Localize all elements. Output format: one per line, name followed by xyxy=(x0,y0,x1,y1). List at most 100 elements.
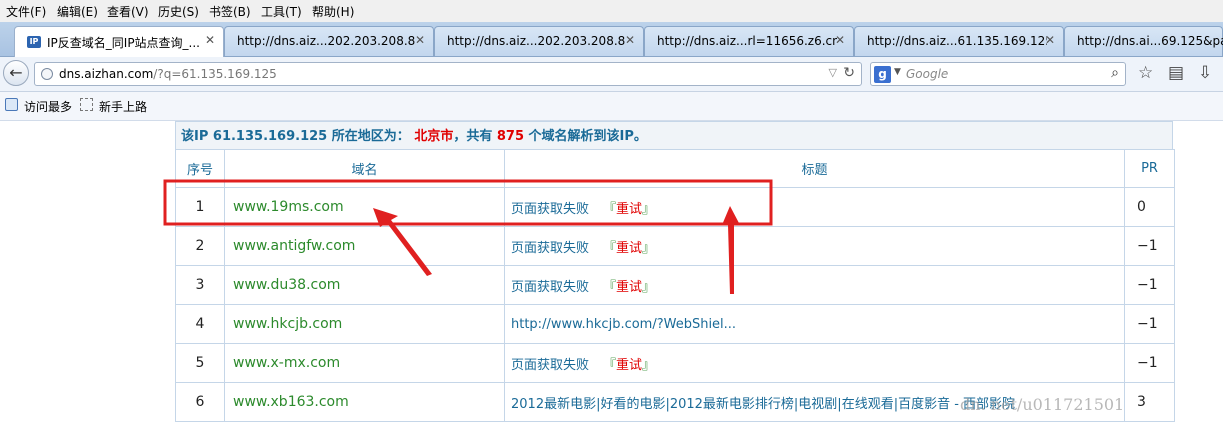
table-row: 3 www.du38.com 页面获取失败 『重试』 −1 xyxy=(175,265,1175,305)
menu-bookmarks[interactable]: 书签(B) xyxy=(209,3,251,20)
tab-3[interactable]: http://dns.aiz...202.203.208.8 ✕ xyxy=(434,26,644,56)
title-cell: 页面获取失败 『重试』 xyxy=(504,187,1125,227)
bookmarks-menu-icon[interactable]: ▤ xyxy=(1168,63,1184,83)
engine-dropdown-icon[interactable]: ▼ xyxy=(894,67,901,77)
pr-value: −1 xyxy=(1124,343,1175,383)
menu-view[interactable]: 查看(V) xyxy=(107,3,149,20)
address-host: dns.aizhan.com xyxy=(59,67,154,81)
back-button[interactable]: ← xyxy=(3,60,29,86)
tab-2[interactable]: http://dns.aiz...202.203.208.8 ✕ xyxy=(224,26,434,56)
menu-edit[interactable]: 编辑(E) xyxy=(57,3,98,20)
dropdown-arrow-icon[interactable]: ▽ xyxy=(829,66,837,79)
tab-4[interactable]: http://dns.aiz...rl=11656.z6.cn ✕ xyxy=(644,26,854,56)
tab-label: http://dns.aiz...61.135.169.125 xyxy=(867,34,1047,48)
globe-icon xyxy=(41,68,53,80)
row-index: 6 xyxy=(175,382,225,422)
table-row: 5 www.x-mx.com 页面获取失败 『重试』 −1 xyxy=(175,343,1175,383)
google-logo-icon[interactable]: g xyxy=(874,66,891,83)
retry-link[interactable]: 『重试』 xyxy=(603,280,655,295)
domain-link[interactable]: www.19ms.com xyxy=(224,187,505,227)
summary-ip: 61.135.169.125 xyxy=(212,129,328,144)
title-text[interactable]: 2012最新电影|好看的电影|2012最新电影排行榜|电视剧|在线观看|百度影音… xyxy=(511,397,1015,412)
bookmark-getting-started[interactable]: 新手上路 xyxy=(99,98,147,115)
title-cell: 页面获取失败 『重试』 xyxy=(504,343,1125,383)
tab-5[interactable]: http://dns.aiz...61.135.169.125 ✕ xyxy=(854,26,1064,56)
menu-bar: 文件(F) 编辑(E) 查看(V) 历史(S) 书签(B) 工具(T) 帮助(H… xyxy=(0,0,1223,22)
row-index: 1 xyxy=(175,187,225,227)
retry-label: 重试 xyxy=(616,357,643,373)
table-header-row: 序号 域名 标题 PR xyxy=(175,149,1175,188)
summary-sep: ，共有 xyxy=(453,129,493,144)
retry-link[interactable]: 『重试』 xyxy=(603,202,655,217)
tab-label: http://dns.aiz...202.203.208.8 xyxy=(237,34,416,48)
results-table: 序号 域名 标题 PR 1 www.19ms.com 页面获取失败 『重试』 0 … xyxy=(175,149,1175,422)
table-row: 1 www.19ms.com 页面获取失败 『重试』 0 xyxy=(175,187,1175,227)
menu-file[interactable]: 文件(F) xyxy=(6,3,46,20)
most-visited-icon xyxy=(5,98,18,111)
close-icon[interactable]: ✕ xyxy=(835,33,845,47)
bookmarks-toolbar: 访问最多 新手上路 xyxy=(0,92,1223,121)
title-text[interactable]: 页面获取失败 xyxy=(511,202,589,217)
tab-label: http://dns.aiz...rl=11656.z6.cn xyxy=(657,34,837,48)
menu-tools[interactable]: 工具(T) xyxy=(261,3,302,20)
menu-history[interactable]: 历史(S) xyxy=(158,3,199,20)
pr-value: 3 xyxy=(1124,382,1175,422)
page-content: 该IP 61.135.169.125 所在地区为： 北京市，共有 875 个域名… xyxy=(0,121,1223,424)
tab-strip: IP IP反查域名_同IP站点查询_... ✕ http://dns.aiz..… xyxy=(0,22,1223,57)
title-text[interactable]: 页面获取失败 xyxy=(511,280,589,295)
close-icon[interactable]: ✕ xyxy=(415,33,425,47)
retry-label: 重试 xyxy=(616,279,643,295)
row-index: 4 xyxy=(175,304,225,344)
header-pr: PR xyxy=(1124,149,1175,188)
title-cell: http://www.hkcjb.com/?WebShiel... xyxy=(504,304,1125,344)
title-cell: 页面获取失败 『重试』 xyxy=(504,265,1125,305)
search-bar[interactable]: g ▼ Google ⌕ xyxy=(870,62,1126,86)
summary-prefix: 该IP xyxy=(181,129,209,144)
domain-link[interactable]: www.antigfw.com xyxy=(224,226,505,266)
header-domain: 域名 xyxy=(224,149,505,188)
title-cell: 页面获取失败 『重试』 xyxy=(504,226,1125,266)
table-row: 2 www.antigfw.com 页面获取失败 『重试』 −1 xyxy=(175,226,1175,266)
tab-label: http://dns.aiz...202.203.208.8 xyxy=(447,34,626,48)
header-title: 标题 xyxy=(504,149,1125,188)
tab-label: IP反查域名_同IP站点查询_... xyxy=(47,36,200,50)
retry-label: 重试 xyxy=(616,201,643,217)
summary-city: 北京市 xyxy=(414,129,454,144)
title-text[interactable]: http://www.hkcjb.com/?WebShiel... xyxy=(511,317,736,332)
address-bar[interactable]: dns.aizhan.com/?q=61.135.169.125 ▽ ↻ xyxy=(34,62,862,86)
bookmark-most-visited[interactable]: 访问最多 xyxy=(24,98,72,115)
pr-value: −1 xyxy=(1124,265,1175,305)
menu-help[interactable]: 帮助(H) xyxy=(312,3,354,20)
downloads-icon[interactable]: ⇩ xyxy=(1198,63,1212,83)
domain-link[interactable]: www.hkcjb.com xyxy=(224,304,505,344)
navigation-bar: ← dns.aizhan.com/?q=61.135.169.125 ▽ ↻ g… xyxy=(0,57,1223,92)
search-icon[interactable]: ⌕ xyxy=(1111,65,1119,81)
tab-6[interactable]: http://dns.ai...69.125&pag xyxy=(1064,26,1223,56)
row-index: 3 xyxy=(175,265,225,305)
address-text: dns.aizhan.com/?q=61.135.169.125 xyxy=(59,67,277,81)
tab-ip-lookup[interactable]: IP IP反查域名_同IP站点查询_... ✕ xyxy=(14,26,224,57)
title-text[interactable]: 页面获取失败 xyxy=(511,241,589,256)
retry-link[interactable]: 『重试』 xyxy=(603,358,655,373)
summary-suffix: 个域名解析到该IP。 xyxy=(528,129,647,144)
close-icon[interactable]: ✕ xyxy=(625,33,635,47)
domain-link[interactable]: www.x-mx.com xyxy=(224,343,505,383)
search-placeholder: Google xyxy=(906,67,949,81)
watermark: dn. net/u011721501 xyxy=(960,395,1125,414)
pr-value: −1 xyxy=(1124,226,1175,266)
ip-summary-text: 该IP 61.135.169.125 所在地区为： 北京市，共有 875 个域名… xyxy=(181,125,647,144)
address-path: /?q=61.135.169.125 xyxy=(153,67,277,81)
domain-link[interactable]: www.du38.com xyxy=(224,265,505,305)
close-icon[interactable]: ✕ xyxy=(205,33,215,47)
bookmark-star-icon[interactable]: ☆ xyxy=(1138,63,1153,83)
site-favicon-icon: IP xyxy=(27,36,41,48)
close-icon[interactable]: ✕ xyxy=(1045,33,1055,47)
pr-value: −1 xyxy=(1124,304,1175,344)
header-index: 序号 xyxy=(175,149,225,188)
domain-link[interactable]: www.xb163.com xyxy=(224,382,505,422)
ip-summary-bar: 该IP 61.135.169.125 所在地区为： 北京市，共有 875 个域名… xyxy=(175,121,1173,149)
retry-link[interactable]: 『重试』 xyxy=(603,241,655,256)
reload-icon[interactable]: ↻ xyxy=(843,65,855,81)
retry-label: 重试 xyxy=(616,240,643,256)
title-text[interactable]: 页面获取失败 xyxy=(511,358,589,373)
